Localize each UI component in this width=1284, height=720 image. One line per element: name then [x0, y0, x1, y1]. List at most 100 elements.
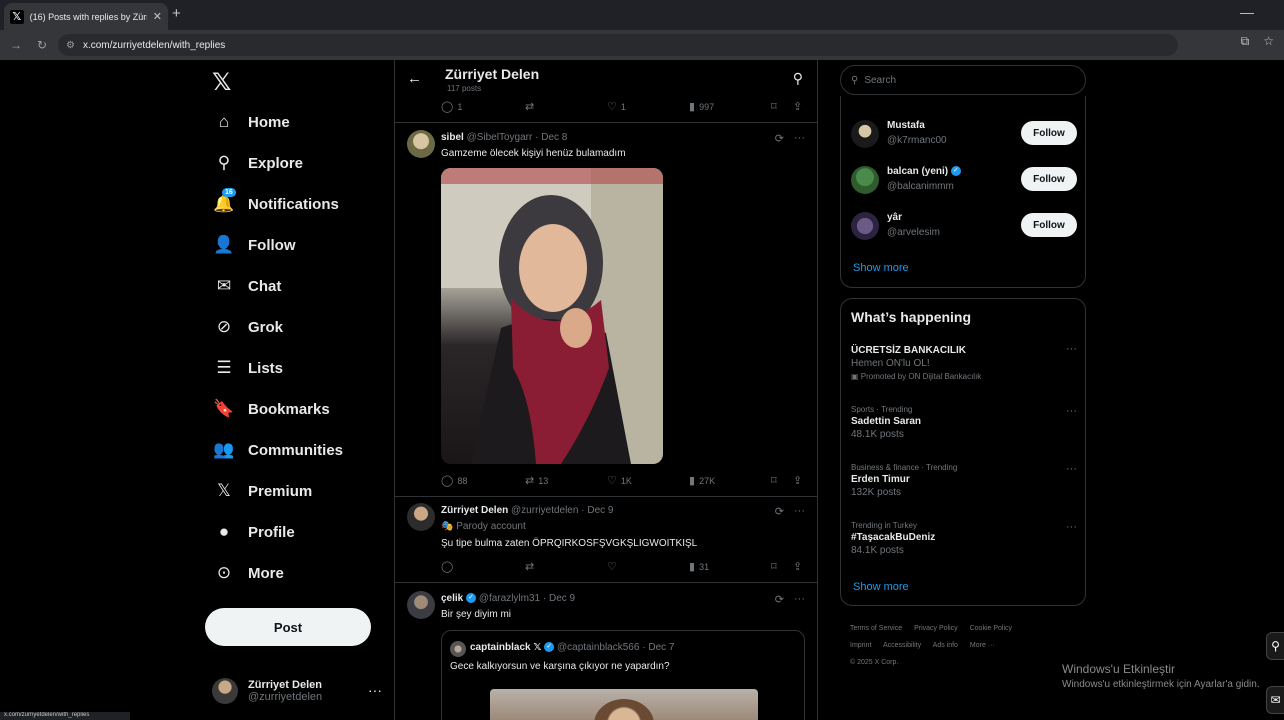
trend-item[interactable]: ÜCRETSİZ BANKACILIK Hemen ON'lu OL! ▣ Pr…	[851, 343, 1077, 381]
more-icon[interactable]: ···	[794, 132, 805, 145]
more-icon[interactable]: ···	[368, 682, 382, 698]
tweet-author[interactable]: sibel	[441, 132, 464, 143]
like-action[interactable]: ♡	[607, 560, 617, 573]
search-input[interactable]: ⚲ Search	[840, 65, 1086, 95]
reply-action[interactable]: ◯ 88	[441, 474, 467, 487]
repost-action[interactable]: ⇄	[525, 560, 534, 573]
grok-float-icon[interactable]: ⚲	[1266, 632, 1284, 660]
share-action[interactable]: ⇪	[793, 100, 802, 113]
reply-action[interactable]: ◯	[441, 560, 453, 573]
close-tab-icon[interactable]: ✕	[153, 10, 162, 23]
more-icon[interactable]: ···	[1066, 343, 1077, 355]
minimize-window-icon[interactable]: —	[1240, 4, 1254, 20]
nav-home[interactable]: ⌂ Home	[214, 105, 290, 139]
omnibox[interactable]: ⚙ x.com/zurriyetdelen/with_replies	[58, 34, 1178, 56]
follow-button[interactable]: Follow	[1021, 121, 1077, 145]
nav-follow[interactable]: 👤 Follow	[213, 228, 295, 262]
more-icon[interactable]: ···	[1066, 405, 1077, 417]
views-action[interactable]: ▮ 27K	[689, 474, 715, 487]
nav-premium[interactable]: 𝕏 Premium	[214, 474, 312, 508]
bookmark-star-icon[interactable]: ☆	[1263, 34, 1274, 49]
footer-link[interactable]: More ···	[970, 642, 995, 649]
nav-grok[interactable]: ⊘ Grok	[214, 310, 283, 344]
trend-item[interactable]: Business & finance · Trending Erden Timu…	[851, 463, 1077, 498]
grok-explain-icon[interactable]: ⟳	[775, 132, 784, 145]
tweet-text: Gamzeme ölecek kişiyi henüz bulamadım	[441, 148, 626, 159]
footer-link[interactable]: Imprint	[850, 642, 871, 649]
share-action[interactable]: ⇪	[793, 560, 802, 573]
back-arrow-icon[interactable]: ←	[407, 70, 422, 87]
repost-action[interactable]: ⇄ 13	[525, 474, 548, 487]
suggested-user[interactable]: yâr @arvelesim Follow	[851, 210, 1077, 244]
like-action[interactable]: ♡ 1K	[607, 474, 632, 487]
footer-link[interactable]: Cookie Policy	[970, 625, 1012, 632]
browser-tab[interactable]: 𝕏 (16) Posts with replies by Zürriy ✕	[4, 3, 168, 30]
suggested-user-name[interactable]: balcan (yeni) ✓	[887, 166, 961, 177]
tweet-date[interactable]: Dec 9	[549, 593, 575, 604]
more-icon[interactable]: ···	[794, 505, 805, 518]
footer-link[interactable]: Terms of Service	[850, 625, 902, 632]
follow-button[interactable]: Follow	[1021, 167, 1077, 191]
nav-chat[interactable]: ✉ Chat	[214, 269, 281, 303]
tweet-photo[interactable]	[441, 168, 663, 464]
avatar[interactable]	[407, 591, 435, 619]
footer-link[interactable]: Ads info	[933, 642, 958, 649]
avatar[interactable]	[407, 130, 435, 158]
quote-media[interactable]	[490, 689, 758, 720]
more-icon[interactable]: ···	[794, 593, 805, 606]
heart-icon: ♡	[607, 101, 617, 113]
new-tab-icon[interactable]: +	[172, 5, 181, 22]
views-action[interactable]: ▮ 31	[689, 560, 709, 573]
show-more-link[interactable]: Show more	[853, 581, 909, 593]
photo-illustration	[441, 168, 663, 464]
quoted-tweet[interactable]: captainblack 𝕏 ✓ @captainblack566 · Dec …	[441, 630, 805, 720]
nav-lists[interactable]: ☰ Lists	[214, 351, 283, 385]
nav-communities[interactable]: 👥 Communities	[213, 433, 343, 467]
nav-more[interactable]: ⊙ More	[214, 556, 284, 590]
follow-button[interactable]: Follow	[1021, 213, 1077, 237]
bookmark-action[interactable]: ⌑	[771, 560, 777, 573]
avatar[interactable]	[851, 120, 879, 148]
suggested-user-name[interactable]: Mustafa	[887, 120, 925, 131]
search-icon[interactable]: ⚲	[793, 70, 803, 87]
tweet-date[interactable]: Dec 9	[587, 505, 613, 516]
suggested-user[interactable]: balcan (yeni) ✓ @balcanimmm Follow	[851, 164, 1077, 198]
post-button[interactable]: Post	[205, 608, 371, 646]
install-app-icon[interactable]: ⧉	[1241, 34, 1250, 49]
footer-link[interactable]: Privacy Policy	[914, 625, 958, 632]
avatar[interactable]	[407, 503, 435, 531]
x-logo-icon[interactable]: 𝕏	[212, 68, 231, 97]
tweet-author[interactable]: Zürriyet Delen	[441, 505, 508, 516]
messages-float-icon[interactable]: ✉	[1266, 686, 1284, 714]
more-icon[interactable]: ···	[1066, 463, 1077, 475]
reload-icon[interactable]: ↻	[32, 38, 52, 52]
suggested-user-name[interactable]: yâr	[887, 212, 902, 223]
views-action[interactable]: ▮ 997	[689, 100, 714, 113]
grok-explain-icon[interactable]: ⟳	[775, 505, 784, 518]
reply-action[interactable]: ◯ 1	[441, 100, 462, 113]
show-more-link[interactable]: Show more	[853, 262, 909, 274]
forward-icon[interactable]: →	[6, 38, 26, 52]
nav-bookmarks[interactable]: 🔖 Bookmarks	[213, 392, 329, 426]
avatar[interactable]	[851, 212, 879, 240]
trend-item[interactable]: Trending in Turkey #TaşacakBuDeniz 84.1K…	[851, 521, 1077, 556]
suggested-user[interactable]: Mustafa @k7rmanc00 Follow	[851, 118, 1077, 152]
nav-notifications[interactable]: 🔔 16 Notifications	[213, 187, 339, 221]
account-switcher[interactable]: Zürriyet Delen @zurriyetdelen ···	[212, 678, 382, 704]
like-action[interactable]: ♡ 1	[607, 100, 626, 113]
site-settings-icon[interactable]: ⚙	[66, 40, 75, 51]
nav-explore[interactable]: ⚲ Explore	[214, 146, 303, 180]
tweet-author[interactable]: çelik	[441, 593, 463, 604]
trend-item[interactable]: Sports · Trending Sadettin Saran 48.1K p…	[851, 405, 1077, 440]
more-icon[interactable]: ···	[1066, 521, 1077, 533]
nav-profile[interactable]: ● Profile	[214, 515, 295, 549]
grok-explain-icon[interactable]: ⟳	[775, 593, 784, 606]
bookmark-action[interactable]: ⌑	[771, 100, 777, 113]
bookmark-action[interactable]: ⌑	[771, 474, 777, 487]
avatar[interactable]	[851, 166, 879, 194]
repost-action[interactable]: ⇄	[525, 100, 534, 113]
parody-label-text: Parody account	[456, 521, 526, 532]
share-action[interactable]: ⇪	[793, 474, 802, 487]
footer-link[interactable]: Accessibility	[883, 642, 921, 649]
tweet-date[interactable]: Dec 8	[541, 132, 567, 143]
